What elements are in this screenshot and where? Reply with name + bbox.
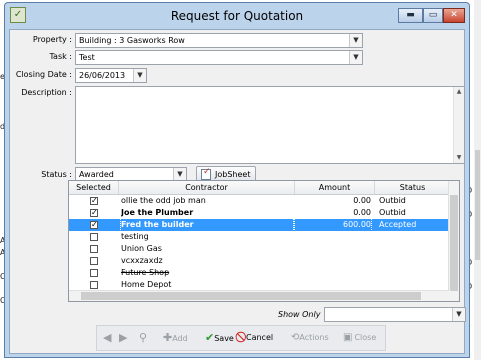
add-button[interactable]: ✚Add — [163, 331, 188, 345]
column-header-selected[interactable]: Selected — [69, 181, 119, 194]
checked-checkbox[interactable]: ✓ — [90, 221, 98, 229]
grid-vertical-scrollbar[interactable] — [448, 181, 459, 301]
contractor-cell: vcxxzaxdz — [121, 256, 163, 265]
amount-cell — [295, 231, 371, 243]
plus-icon: ✚ — [163, 331, 173, 344]
table-row[interactable]: vcxxzaxdz — [69, 255, 451, 267]
add-label: Add — [172, 334, 188, 343]
contractor-cell: Future Shop — [121, 268, 170, 277]
contractor-cell: testing — [121, 232, 149, 241]
amount-cell: 0.00 — [353, 196, 371, 205]
description-label: Description : — [21, 88, 72, 97]
checkbox[interactable] — [90, 233, 98, 241]
show-only-select[interactable]: ▼ — [324, 307, 466, 322]
amount-cell — [295, 243, 371, 255]
table-row[interactable]: Future Shop — [69, 267, 451, 279]
column-header-status[interactable]: Status — [375, 181, 451, 194]
column-header-contractor[interactable]: Contractor — [119, 181, 295, 194]
status-cell: Outbid — [379, 196, 406, 205]
selected-cell[interactable] — [69, 267, 119, 279]
checkbox[interactable] — [90, 269, 98, 277]
save-button[interactable]: ✔Save — [205, 331, 234, 345]
selected-cell[interactable] — [69, 243, 119, 255]
status-value: Awarded — [79, 170, 114, 179]
column-header-amount[interactable]: Amount — [295, 181, 375, 194]
selected-cell[interactable] — [69, 255, 119, 267]
status-cell — [379, 243, 451, 255]
close-icon: ▣ — [343, 332, 353, 343]
table-row[interactable]: testing — [69, 231, 451, 243]
rfq-window: ✓ Request for Quotation ▬ ▭ ✕ Property :… — [4, 2, 470, 358]
jobsheet-icon: ✓ — [201, 167, 211, 180]
description-scrollbar[interactable]: ▲ ▼ — [453, 87, 464, 163]
next-arrow-icon[interactable]: ▶ — [119, 331, 127, 345]
scroll-thumb[interactable] — [81, 292, 421, 300]
close-window-button[interactable]: ✕ — [443, 8, 465, 23]
amount-cell: 0.00 — [353, 208, 371, 217]
property-value: Building : 3 Gasworks Row — [79, 36, 185, 45]
checked-checkbox[interactable]: ✓ — [90, 197, 98, 205]
task-label: Task : — [49, 52, 72, 61]
scroll-down-icon[interactable]: ▼ — [454, 153, 464, 163]
scroll-up-icon[interactable]: ▲ — [454, 87, 464, 97]
selected-cell[interactable]: ✓ — [69, 195, 119, 207]
title-bar: ✓ Request for Quotation ▬ ▭ ✕ — [5, 3, 469, 29]
checkbox[interactable] — [90, 281, 98, 289]
status-cell — [379, 255, 451, 267]
contractor-cell: Union Gas — [121, 244, 162, 253]
contractor-cell: Joe the Plumber — [121, 208, 194, 217]
bottom-toolbar: ◀ ▶ ⚲ ✚Add ✔Save ⃠Cancel ⟲Actions ▣Close — [96, 325, 386, 351]
amount-cell — [295, 255, 371, 267]
previous-arrow-icon[interactable]: ◀ — [103, 331, 111, 345]
status-cell: Outbid — [379, 208, 406, 217]
description-textarea[interactable]: ▲ ▼ — [75, 86, 465, 164]
chevron-down-icon[interactable]: ▼ — [349, 34, 362, 47]
contractor-cell: ollie the odd job man — [121, 196, 206, 205]
property-select[interactable]: Building : 3 Gasworks Row ▼ — [75, 33, 363, 48]
checkbox[interactable] — [90, 257, 98, 265]
property-label: Property : — [32, 35, 72, 44]
closing-date-picker[interactable]: 26/06/2013 ▼ — [75, 68, 147, 83]
closing-date-label: Closing Date : — [15, 70, 72, 79]
status-cell — [379, 231, 451, 243]
chevron-down-icon[interactable]: ▼ — [349, 51, 362, 64]
minimize-button[interactable]: ▬ — [398, 8, 423, 23]
status-label: Status : — [41, 170, 72, 179]
binoculars-icon[interactable]: ⚲ — [139, 331, 147, 345]
checked-checkbox[interactable]: ✓ — [90, 209, 98, 217]
selected-cell[interactable] — [69, 231, 119, 243]
selected-cell[interactable]: ✓ — [69, 207, 119, 219]
contractor-cell: Fred the builder — [120, 218, 294, 232]
calendar-dropdown-icon[interactable]: ▼ — [133, 69, 146, 82]
closing-date-value: 26/06/2013 — [79, 71, 126, 80]
table-row[interactable]: ✓ Joe the Plumber 0.00 Outbid — [69, 207, 451, 219]
grid-header: Selected Contractor Amount Status — [69, 181, 451, 195]
contractor-grid: Selected Contractor Amount Status ✓ ollie… — [68, 180, 460, 302]
close-button[interactable]: ▣ Close — [343, 331, 376, 345]
page-scrollbar[interactable] — [474, 0, 481, 360]
close-label: Close — [354, 333, 377, 342]
chevron-down-icon[interactable]: ▼ — [452, 308, 465, 321]
status-cell: Accepted — [379, 220, 417, 229]
checkbox[interactable] — [90, 245, 98, 253]
jobsheet-label: JobSheet — [215, 170, 251, 179]
table-row[interactable]: ✓ ollie the odd job man 0.00 Outbid — [69, 195, 451, 207]
actions-label: Actions — [299, 333, 329, 342]
table-row[interactable]: Union Gas — [69, 243, 451, 255]
checkmark-icon: ✔ — [205, 331, 215, 344]
amount-cell: 600.00 — [294, 218, 372, 232]
task-value: Test — [79, 53, 95, 62]
status-cell — [379, 267, 451, 279]
table-row[interactable]: ✓ Fred the builder 600.00 Accepted — [69, 218, 451, 232]
save-label: Save — [214, 334, 234, 343]
cancel-label: Cancel — [246, 333, 274, 342]
show-only-label: Show Only — [278, 310, 321, 319]
maximize-button[interactable]: ▭ — [423, 8, 443, 23]
grid-horizontal-scrollbar[interactable] — [69, 290, 451, 301]
selected-cell[interactable]: ✓ — [69, 219, 119, 231]
amount-cell — [295, 267, 371, 279]
cancel-button[interactable]: ⃠Cancel — [243, 331, 273, 345]
task-select[interactable]: Test ▼ — [75, 50, 363, 65]
actions-button[interactable]: ⟲Actions — [291, 331, 329, 345]
